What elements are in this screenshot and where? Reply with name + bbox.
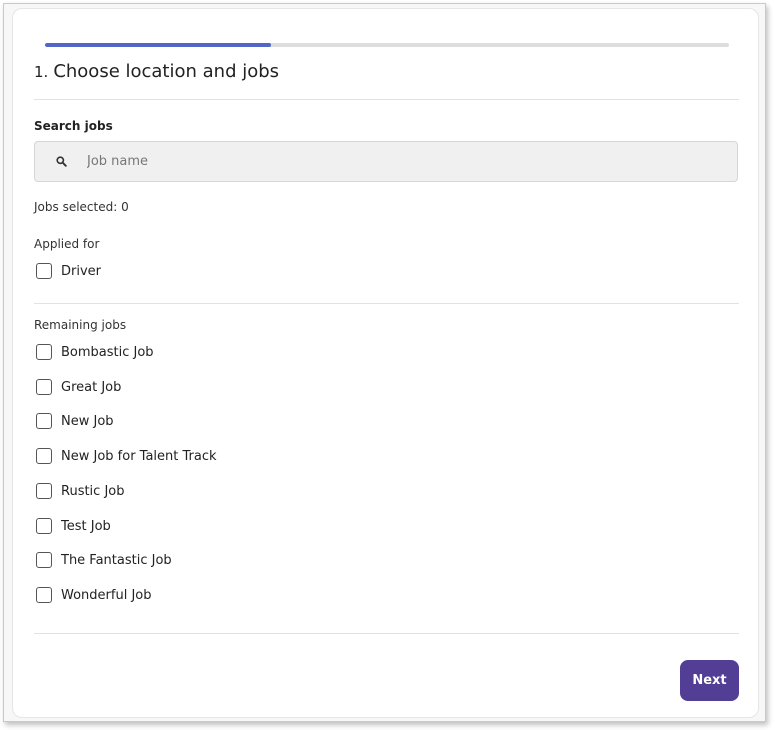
job-label: Wonderful Job: [61, 587, 152, 603]
step-number: 1.: [34, 63, 49, 81]
checkbox[interactable]: [36, 518, 52, 534]
job-label: Great Job: [61, 379, 122, 395]
footer-divider: [34, 633, 739, 634]
job-checkbox-driver[interactable]: Driver: [36, 263, 101, 279]
job-checkbox-the-fantastic-job[interactable]: The Fantastic Job: [36, 552, 172, 568]
remaining-jobs-heading: Remaining jobs: [34, 318, 127, 332]
title-divider: [34, 99, 739, 100]
job-label: Driver: [61, 263, 102, 279]
jobs-selected-count: Jobs selected: 0: [34, 200, 129, 214]
progress-bar: [45, 43, 729, 47]
job-label: Test Job: [61, 518, 111, 534]
job-checkbox-rustic-job[interactable]: Rustic Job: [36, 483, 125, 499]
step-title-text: Choose location and jobs: [53, 61, 280, 82]
checkbox[interactable]: [36, 483, 52, 499]
checkbox[interactable]: [36, 379, 52, 395]
job-checkbox-new-job-for-talent-track[interactable]: New Job for Talent Track: [36, 448, 217, 464]
job-checkbox-new-job[interactable]: New Job: [36, 413, 114, 429]
job-checkbox-bombastic-job[interactable]: Bombastic Job: [36, 344, 154, 360]
job-label: Bombastic Job: [61, 344, 154, 360]
job-label: New Job for Talent Track: [61, 448, 217, 464]
search-label: Search jobs: [34, 119, 113, 133]
section-divider: [34, 303, 739, 304]
job-label: The Fantastic Job: [61, 552, 172, 568]
job-checkbox-wonderful-job[interactable]: Wonderful Job: [36, 587, 151, 603]
checkbox[interactable]: [36, 448, 52, 464]
checkbox[interactable]: [36, 413, 52, 429]
applied-for-heading: Applied for: [34, 237, 100, 251]
checkbox[interactable]: [36, 263, 52, 279]
step-title: 1. Choose location and jobs: [34, 61, 279, 82]
search-icon: [35, 156, 87, 167]
job-checkbox-great-job[interactable]: Great Job: [36, 379, 121, 395]
job-label: New Job: [61, 413, 114, 429]
job-checkbox-test-job[interactable]: Test Job: [36, 518, 111, 534]
search-input[interactable]: [87, 142, 737, 181]
checkbox[interactable]: [36, 552, 52, 568]
job-label: Rustic Job: [61, 483, 125, 499]
progress-bar-fill: [45, 43, 271, 47]
checkbox[interactable]: [36, 344, 52, 360]
search-box[interactable]: [34, 141, 738, 182]
wizard-card: 1. Choose location and jobs Search jobs J…: [12, 8, 759, 718]
window-frame: 1. Choose location and jobs Search jobs J…: [3, 3, 766, 722]
checkbox[interactable]: [36, 587, 52, 603]
next-button[interactable]: Next: [680, 660, 739, 701]
